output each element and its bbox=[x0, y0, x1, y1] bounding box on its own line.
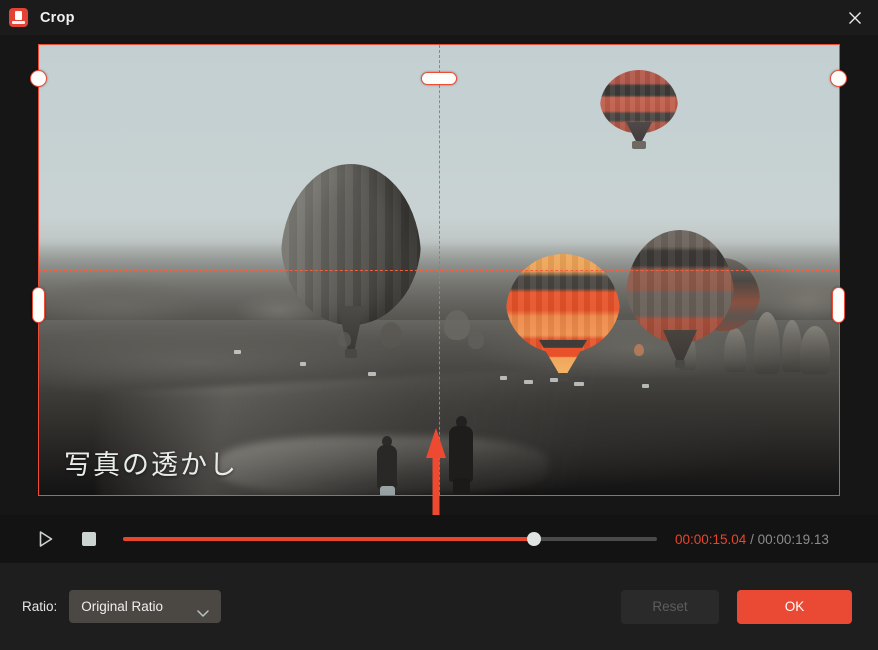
scene-balloon-distant bbox=[634, 344, 644, 356]
scene-balloon-distant bbox=[468, 330, 484, 349]
scene-balloon bbox=[506, 254, 620, 388]
scene-person bbox=[442, 416, 482, 496]
close-icon bbox=[849, 11, 861, 24]
ratio-dropdown[interactable]: Original Ratio bbox=[69, 590, 222, 623]
crop-handle-right-center[interactable] bbox=[832, 287, 845, 323]
crop-handle-top-center[interactable] bbox=[421, 72, 457, 85]
scene-speck bbox=[574, 382, 584, 386]
play-button[interactable] bbox=[31, 524, 61, 554]
ok-button[interactable]: OK bbox=[737, 589, 852, 624]
stop-button[interactable] bbox=[74, 524, 104, 554]
time-separator: / bbox=[750, 531, 754, 547]
ratio-selected-value: Original Ratio bbox=[81, 599, 164, 614]
close-button[interactable] bbox=[832, 0, 878, 35]
scene-speck bbox=[234, 350, 241, 354]
crop-dialog: Crop 写真の透かし 00:00:15.04 / 00:00:19.13 Ra… bbox=[0, 0, 878, 650]
time-display: 00:00:15.04 / 00:00:19.13 bbox=[675, 532, 829, 547]
stop-icon bbox=[82, 532, 96, 546]
scene-speck bbox=[500, 376, 507, 380]
chevron-down-icon bbox=[197, 604, 210, 622]
footer-bar: Ratio: Original Ratio Reset OK bbox=[0, 563, 878, 650]
window-title: Crop bbox=[40, 9, 75, 26]
watermark-text: 写真の透かし bbox=[64, 450, 238, 481]
scene-balloon bbox=[600, 70, 678, 152]
current-time: 00:00:15.04 bbox=[675, 531, 747, 547]
scene-balloon-distant bbox=[380, 322, 402, 348]
video-frame: 写真の透かし bbox=[38, 44, 840, 496]
scene-speck bbox=[368, 372, 376, 376]
seek-thumb[interactable] bbox=[527, 532, 542, 546]
scene-speck bbox=[550, 378, 558, 382]
scene-person bbox=[370, 436, 404, 496]
crop-handle-top-left[interactable] bbox=[30, 70, 47, 87]
scene-speck bbox=[642, 384, 649, 388]
crop-handle-top-right[interactable] bbox=[830, 70, 847, 87]
total-time: 00:00:19.13 bbox=[757, 531, 829, 547]
scene-balloon-distant bbox=[444, 310, 470, 340]
seek-bar[interactable] bbox=[123, 531, 657, 547]
seek-progress bbox=[123, 537, 535, 541]
player-bar: 00:00:15.04 / 00:00:19.13 bbox=[0, 515, 878, 563]
play-icon bbox=[39, 531, 53, 547]
preview-stage: 写真の透かし bbox=[0, 35, 878, 515]
crop-app-icon bbox=[9, 8, 28, 27]
reset-button[interactable]: Reset bbox=[621, 589, 719, 624]
scene-speck bbox=[300, 362, 306, 366]
title-bar: Crop bbox=[0, 0, 878, 35]
ratio-label: Ratio: bbox=[22, 599, 58, 614]
scene-speck bbox=[524, 380, 533, 384]
scene-balloon-distant bbox=[338, 332, 351, 347]
crop-handle-left-center[interactable] bbox=[32, 287, 45, 323]
footer-buttons: Reset OK bbox=[621, 589, 852, 624]
